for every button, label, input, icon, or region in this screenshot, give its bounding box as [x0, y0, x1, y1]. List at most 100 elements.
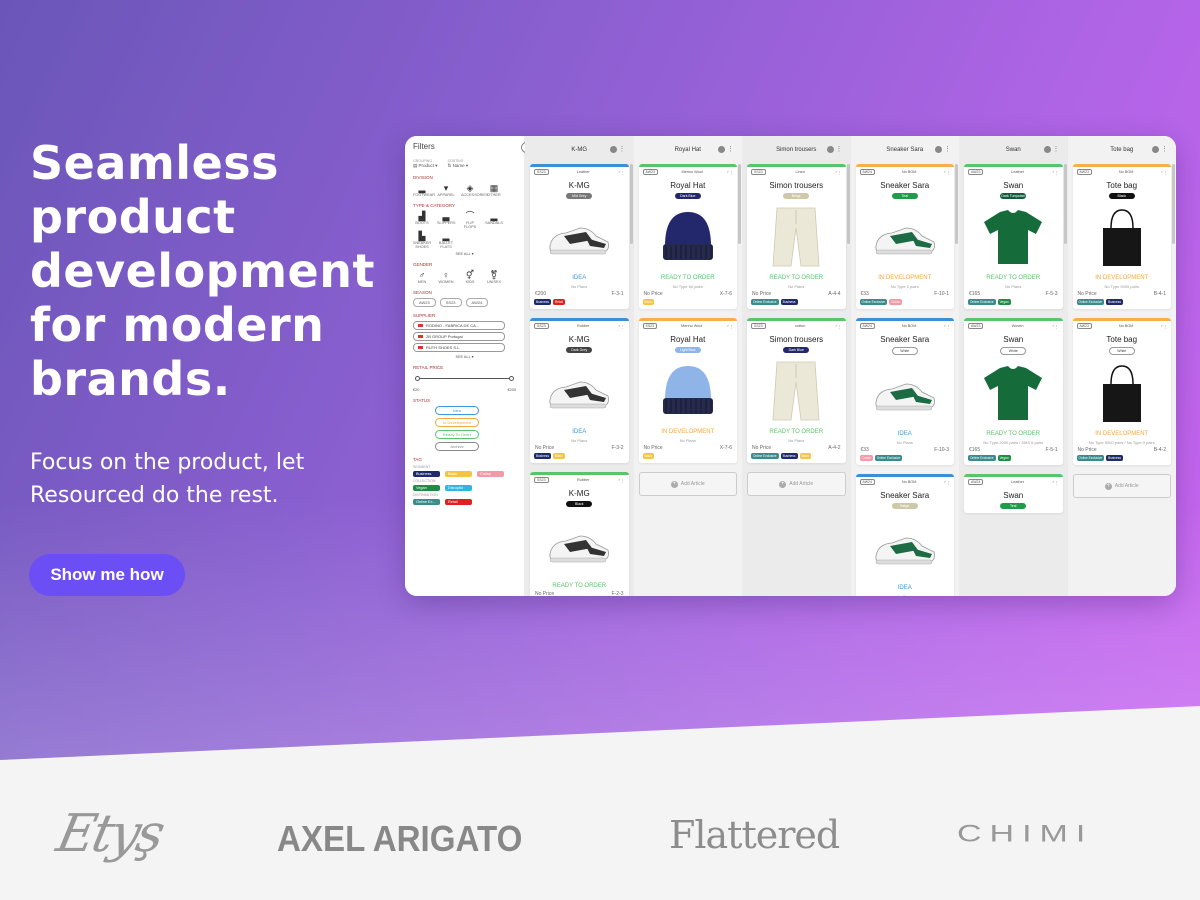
tag-chip[interactable]: Online Ex... [413, 499, 440, 505]
article-card[interactable]: SS23 cotton ♂ ⋮ Simon trousers Dark Blue READ… [747, 318, 846, 463]
column-scrollbar[interactable] [1063, 164, 1067, 244]
more-options-icon[interactable]: ⋮ [1053, 145, 1060, 153]
article-card[interactable]: AW23 Merino Wool ♂ ⋮ Royal Hat Dark Blue READ… [638, 164, 737, 309]
card-header: AW24 No BOM ♂ ⋮ [856, 477, 955, 487]
column-header: Tote bag ⋮ [1073, 136, 1172, 164]
card-header: AW24 No BOM ♂ ⋮ [856, 167, 955, 177]
more-options-icon[interactable]: ⋮ [729, 324, 733, 329]
status-option[interactable]: In Development [435, 418, 479, 427]
filter-option-accessories[interactable]: ◈ ACCESSORIES [461, 183, 488, 197]
article-card[interactable]: SS23 Linen ♂ ⋮ Simon trousers Beige READY TO … [747, 164, 846, 309]
season-pill[interactable]: AW24 [465, 298, 489, 307]
color-badge: Mid Grey [566, 193, 593, 199]
more-options-icon[interactable]: ⋮ [1055, 324, 1059, 329]
add-article-button[interactable]: + Add Article [747, 472, 846, 496]
more-options-icon[interactable]: ⋮ [944, 145, 951, 153]
article-card[interactable]: SS23 Leather ♂ ⋮ K-MG Mid Grey IDEA No Plans €2… [530, 164, 629, 309]
more-options-icon[interactable]: ⋮ [1163, 170, 1167, 175]
filter-option-ballet-flats[interactable]: ▂ BALLET FLATS [437, 231, 455, 249]
status-option[interactable]: Archive [435, 442, 479, 451]
more-options-icon[interactable]: ⋮ [621, 478, 625, 483]
status-option[interactable]: Ready To Order [435, 430, 479, 439]
see-all-suppliers-link[interactable]: SEE ALL ▾ [413, 354, 516, 359]
status-option[interactable]: Idea [435, 406, 479, 415]
price-value: €33 [860, 291, 869, 297]
filter-option-other[interactable]: ▦ OTHER [485, 183, 503, 197]
see-all-types-link[interactable]: SEE ALL ▾ [413, 251, 516, 256]
filter-option-men[interactable]: ♂ MEN [413, 270, 431, 284]
tag-chip[interactable]: Vegan [413, 485, 440, 491]
more-options-icon[interactable]: ⋮ [946, 480, 950, 485]
article-card[interactable]: SS23 Rubber ♂ ⋮ K-MG Black READY TO ORDER No P… [530, 472, 629, 596]
price-row: €165 F-5-1 [964, 445, 1063, 453]
more-options-icon[interactable]: ⋮ [727, 145, 734, 153]
article-card[interactable]: AW23 No BOM ♂ ⋮ Tote bag Black IN DEVELOPMENT… [1072, 164, 1171, 309]
filter-option-women[interactable]: ♀ WOMEN [437, 270, 455, 284]
supplier-option[interactable]: 2B GROUP Portugal [413, 332, 505, 341]
tag-chip[interactable]: Disruptio [445, 485, 472, 491]
price-value: €165 [969, 447, 981, 453]
show-me-how-button[interactable]: Show me how [29, 554, 185, 596]
season-badge: SS23 [751, 323, 766, 329]
status-label: READY TO ORDER [986, 431, 1041, 437]
tag-chip[interactable]: Basic [445, 471, 472, 477]
column-scrollbar[interactable] [955, 164, 958, 244]
tag-chip[interactable]: Retail [445, 499, 472, 505]
supplier-option[interactable]: RUTH SHOES S.L. [413, 343, 505, 352]
article-card[interactable]: AW23 Woven ♂ ⋮ Swan White READY TO ORDER No Typ… [964, 318, 1063, 465]
article-card[interactable]: AW24 No BOM ♂ ⋮ Sneaker Sara Teal IN DEVELOPM… [855, 164, 955, 309]
more-options-icon[interactable]: ⋮ [946, 170, 950, 175]
sorting-select[interactable]: ⇅ Name ▾ [448, 163, 469, 169]
tag-chip: Cruise [859, 455, 873, 461]
article-card[interactable]: AW23 No BOM ♂ ⋮ Tote bag White IN DEVELOPMENT… [1072, 318, 1171, 465]
filter-option-slippers[interactable]: ▃ SLIPPERS [437, 211, 456, 229]
retail-price-slider[interactable] [415, 374, 514, 384]
tag-chips: Business Retail [530, 297, 629, 309]
filter-option-unisex[interactable]: ⚧ UNISEX [485, 270, 503, 284]
filter-option-footwear[interactable]: ▂ FOOTWEAR [413, 183, 435, 197]
article-card[interactable]: AW24 Leather ♂ ⋮ Swan Teal [964, 474, 1063, 513]
filter-option-sandals[interactable]: ▂ SANDALS [485, 211, 503, 229]
add-article-button[interactable]: + Add Article [1072, 474, 1171, 498]
more-options-icon[interactable]: ⋮ [619, 145, 626, 153]
filter-option-kids[interactable]: ⚥ KIDS [461, 270, 479, 284]
more-options-icon[interactable]: ⋮ [621, 170, 625, 175]
slider-min-handle[interactable] [415, 376, 420, 381]
more-options-icon[interactable]: ⋮ [1055, 480, 1059, 485]
season-pill[interactable]: SS23 [439, 298, 462, 307]
article-card[interactable]: AW24 No BOM ♂ ⋮ Sneaker Sara White IDEA No Pla… [855, 318, 954, 465]
color-badge: Dark Blue [783, 347, 810, 353]
column-scrollbar[interactable] [846, 164, 850, 244]
filter-option-apparel[interactable]: ▾ APPAREL [437, 183, 455, 197]
tag-chip[interactable]: Business [413, 471, 440, 477]
more-options-icon[interactable]: ⋮ [836, 145, 843, 153]
article-card[interactable]: SS23 Merino Wool ♂ ⋮ Royal Hat Light Blue IN … [638, 318, 737, 463]
more-options-icon[interactable]: ⋮ [838, 324, 842, 329]
filter-option-label: BALLET FLATS [438, 241, 454, 249]
article-card[interactable]: AW24No BOM♂⋮Sneaker SaraBeige IDEANo Pla… [855, 474, 955, 596]
supplier-option[interactable]: RODINO - FABRICA DE CA... [413, 321, 505, 330]
filter-option-sneaker-shoes[interactable]: ▙ SNEAKER SHOES [413, 231, 431, 249]
slider-max-handle[interactable] [509, 376, 514, 381]
tag-chip[interactable]: Cruise [477, 471, 504, 477]
more-options-icon[interactable]: ⋮ [621, 324, 625, 329]
season-pill[interactable]: AW23 [413, 298, 436, 307]
filter-option-boots[interactable]: ▟ BOOTS [413, 211, 431, 229]
grouping-select[interactable]: ▤ Product ▾ [413, 163, 438, 169]
column-scrollbar[interactable] [629, 164, 633, 244]
column-scrollbar[interactable] [738, 164, 741, 244]
more-options-icon[interactable]: ⋮ [1163, 324, 1167, 329]
more-options-icon[interactable]: ⋮ [838, 170, 842, 175]
more-options-icon[interactable]: ⋮ [1055, 170, 1059, 175]
filter-option-flip-flops[interactable]: ⌒ FLIP FLOPS [461, 211, 479, 229]
column-scrollbar[interactable] [1172, 164, 1175, 244]
article-card[interactable]: AW23 Leather ♂ ⋮ Swan Dark Turquoise READY TO … [964, 164, 1063, 309]
more-options-icon[interactable]: ⋮ [1161, 145, 1168, 153]
tag-chip: Retail [552, 299, 566, 305]
column-header: Royal Hat ⋮ [639, 136, 738, 164]
more-options-icon[interactable]: ⋮ [946, 324, 950, 329]
add-article-button[interactable]: + Add Article [638, 472, 737, 496]
article-card[interactable]: SS23 Rubber ♂ ⋮ K-MG Dark Grey IDEA No Plans No… [530, 318, 629, 463]
more-options-icon[interactable]: ⋮ [729, 170, 733, 175]
material-label: cotton [795, 324, 806, 328]
